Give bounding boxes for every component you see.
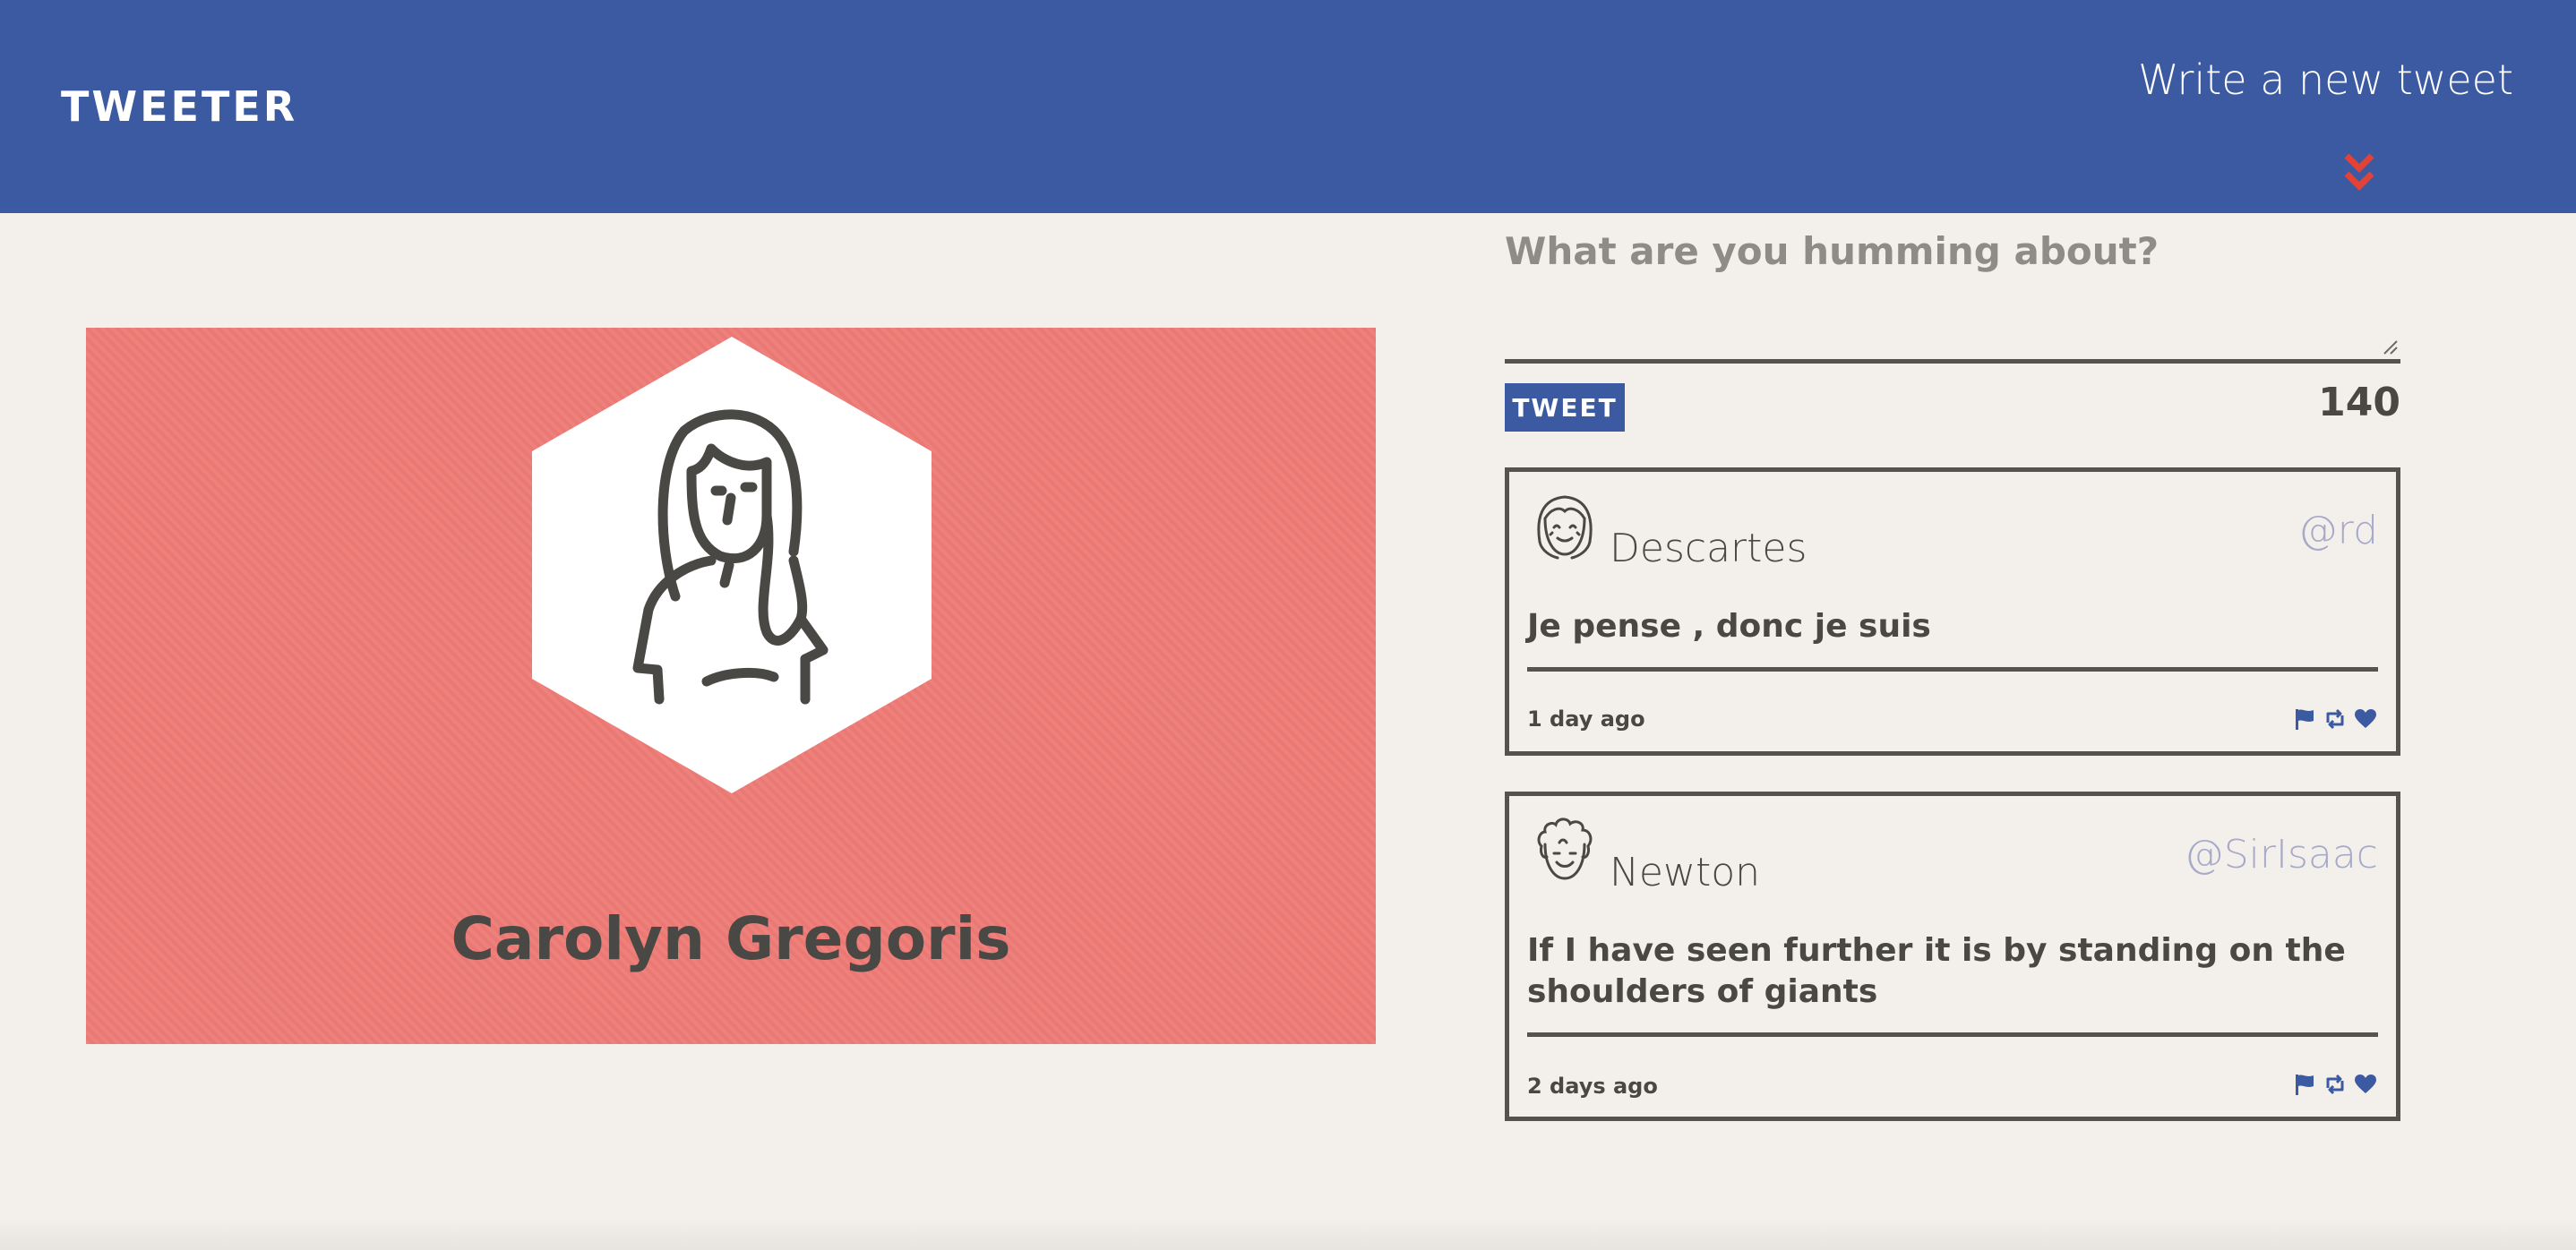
tweet-divider	[1527, 667, 2378, 672]
double-chevron-down-icon[interactable]	[2341, 152, 2377, 193]
woman-avatar-icon	[532, 337, 932, 793]
character-counter: 140	[2318, 380, 2400, 425]
retweet-icon[interactable]	[2323, 706, 2348, 732]
tweet-actions	[2292, 706, 2378, 732]
profile-card: Carolyn Gregoris	[86, 328, 1376, 1044]
flag-icon[interactable]	[2292, 1072, 2317, 1097]
top-nav: TWEETER Write a new tweet	[0, 0, 2576, 213]
retweet-icon[interactable]	[2323, 1072, 2348, 1097]
profile-name: Carolyn Gregoris	[451, 904, 1011, 973]
tweet-author[interactable]: Newton	[1610, 850, 1760, 895]
tweet-text: If I have seen further it is by standing…	[1527, 932, 2346, 1010]
tweet-handle[interactable]: @rd	[2298, 508, 2378, 553]
tweet-card: Descartes @rd Je pense , donc je suis 1 …	[1505, 467, 2400, 756]
tweet-timestamp: 1 day ago	[1527, 706, 1645, 732]
heart-icon[interactable]	[2353, 706, 2378, 732]
tweet-actions	[2292, 1072, 2378, 1097]
tweet-submit-button[interactable]: TWEET	[1505, 383, 1625, 432]
tweet-card: Newton @SirIsaac If I have seen further …	[1505, 792, 2400, 1121]
tweet-timestamp: 2 days ago	[1527, 1074, 1658, 1099]
resize-grip-icon[interactable]	[2381, 338, 2399, 355]
compose-form	[1505, 229, 2400, 364]
page-footer-shadow	[0, 1218, 2576, 1250]
tweet-compose-input[interactable]	[1505, 229, 2400, 359]
tweet-text: Je pense , donc je suis	[1527, 608, 1931, 645]
flag-icon[interactable]	[2292, 706, 2317, 732]
curly-hair-person-avatar-icon	[1537, 818, 1593, 880]
write-new-tweet-toggle[interactable]: Write a new tweet	[2138, 56, 2513, 104]
tweet-divider	[1527, 1032, 2378, 1037]
smiling-person-avatar-icon	[1537, 495, 1593, 560]
tweet-handle[interactable]: @SirIsaac	[2185, 832, 2378, 878]
heart-icon[interactable]	[2353, 1072, 2378, 1097]
logo[interactable]: TWEETER	[61, 82, 297, 131]
tweet-author[interactable]: Descartes	[1610, 526, 1807, 571]
